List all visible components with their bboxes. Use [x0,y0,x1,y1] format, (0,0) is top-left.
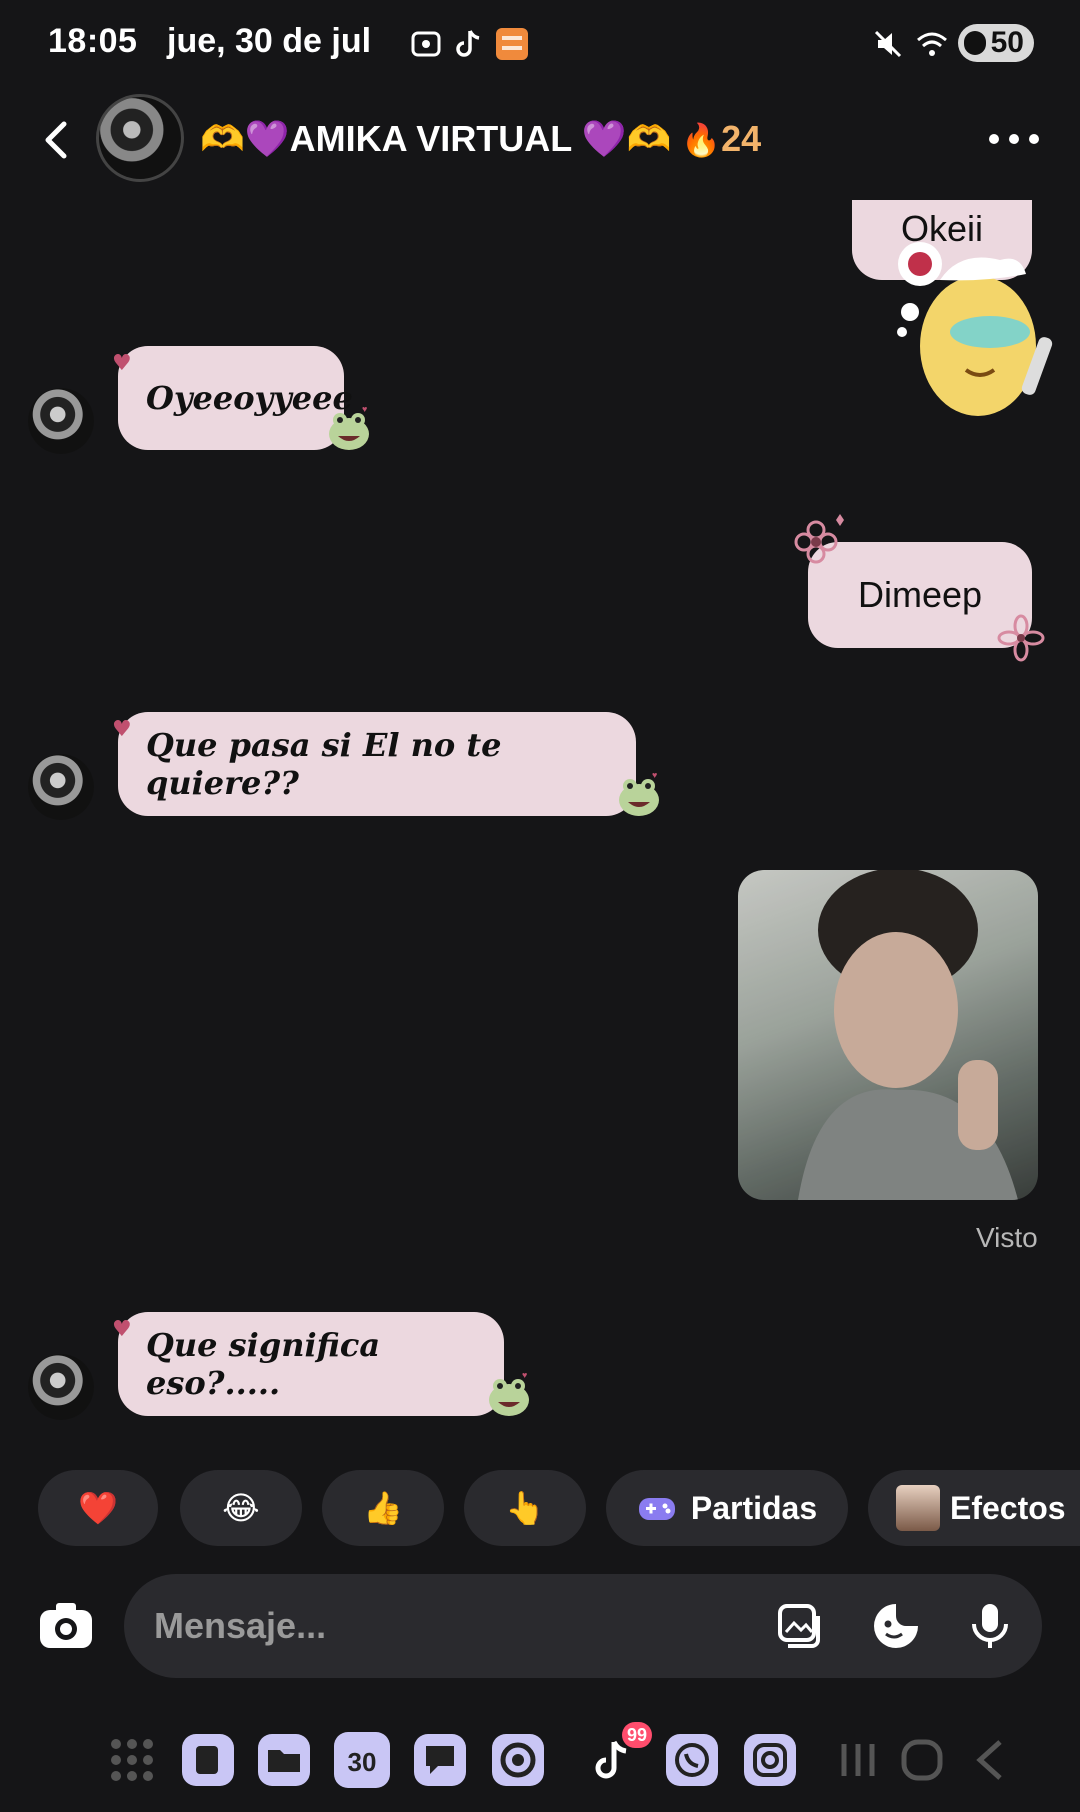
quick-reaction-thumbs-up[interactable]: 👍 [322,1470,444,1546]
status-bar: 18:05 jue, 30 de jul 50 [0,0,1080,88]
flower-decoration-icon [794,514,844,564]
frog-sticker-icon: ♥ [329,404,369,450]
instagram-app-icon[interactable] [742,1732,798,1788]
message-text: Que pasa si El no te quiere?? [146,726,502,802]
messages-app-icon[interactable] [412,1732,468,1788]
message-bubble-incoming[interactable]: ♥ Que significa eso?..... [112,1312,504,1416]
heart-decoration-icon: ♥ [112,350,132,376]
games-label: Partidas [690,1489,818,1526]
nav-back-icon[interactable] [962,1732,1018,1788]
effects-thumbnail [896,1485,940,1531]
chat-name: 🫶💜AMIKA VIRTUAL 💜🫶 [200,118,672,159]
group-avatar[interactable] [96,94,184,182]
message-text: Dimeep [857,574,983,615]
quick-reaction-point[interactable]: 👆 [464,1470,586,1546]
message-input[interactable] [154,1574,714,1678]
wifi-icon [917,32,947,56]
mute-icon [874,30,902,58]
notes-app-icon[interactable] [180,1732,236,1788]
whatsapp-app-icon[interactable] [664,1732,720,1788]
sender-avatar[interactable] [28,754,94,820]
temu-status-icon [496,28,528,60]
camera-icon[interactable] [36,1598,96,1654]
chrome-app-icon[interactable] [490,1732,546,1788]
gallery-icon[interactable] [774,1600,826,1652]
frog-sticker-icon: ♥ [489,1370,529,1416]
status-time: 18:05 [48,22,138,60]
fire-icon: 🔥 [681,122,722,158]
calendar-app-icon[interactable]: 30 [334,1732,390,1788]
taskbar-dock: 30 99 [0,1720,1080,1812]
message-bubble-incoming[interactable]: ♥ Oyeeoyyeee [112,346,353,450]
flower-decoration-icon [997,614,1045,662]
files-app-icon[interactable] [256,1732,312,1788]
quick-reply-bar: ❤️ 😂 👍 👆 Partidas Efectos [0,1470,1080,1548]
message-composer [124,1574,1042,1678]
effects-button[interactable]: Efectos [868,1470,1080,1546]
quick-reaction-heart[interactable]: ❤️ [38,1470,158,1546]
shared-photo[interactable] [738,870,1038,1200]
microphone-icon[interactable] [964,1600,1016,1652]
notification-badge: 99 [622,1722,652,1748]
svg-text:♥: ♥ [522,1370,527,1380]
svg-text:♥: ♥ [652,770,657,780]
back-arrow-icon[interactable] [28,110,88,170]
more-options-icon[interactable] [984,124,1044,154]
heart-decoration-icon: ♥ [112,716,132,742]
battery-indicator: 50 [958,24,1034,62]
heart-decoration-icon: ♥ [112,1316,132,1342]
message-text: Que significa eso?..... [146,1326,381,1402]
sender-avatar[interactable] [28,1354,94,1420]
recent-apps-icon[interactable] [830,1732,886,1788]
svg-text:♥: ♥ [362,404,367,414]
sender-avatar[interactable] [28,388,94,454]
home-icon[interactable] [894,1732,950,1788]
quick-reaction-laugh[interactable]: 😂 [180,1470,302,1546]
frog-sticker-icon: ♥ [619,770,659,816]
gamepad-icon [638,1498,675,1520]
sticker-icon[interactable] [870,1600,922,1652]
message-text: Oyeeoyyeee [146,379,353,417]
status-date: jue, 30 de jul [167,22,372,60]
streak-count: 24 [721,118,762,159]
egg-chef-sticker [897,242,1053,416]
games-button[interactable]: Partidas [606,1470,848,1546]
tiktok-status-icon [456,30,480,57]
chat-header: 🫶💜AMIKA VIRTUAL 💜🫶 🔥24 [0,88,1080,192]
screen-record-icon [411,31,441,57]
seen-status: Visto [976,1222,1038,1253]
message-bubble-incoming[interactable]: ♥ Que pasa si El no te quiere?? [112,712,636,816]
app-grid-icon[interactable] [104,1732,160,1788]
effects-label: Efectos [950,1489,1066,1526]
photo-content [738,870,1038,1200]
chat-title[interactable]: 🫶💜AMIKA VIRTUAL 💜🫶 🔥24 [200,118,761,160]
